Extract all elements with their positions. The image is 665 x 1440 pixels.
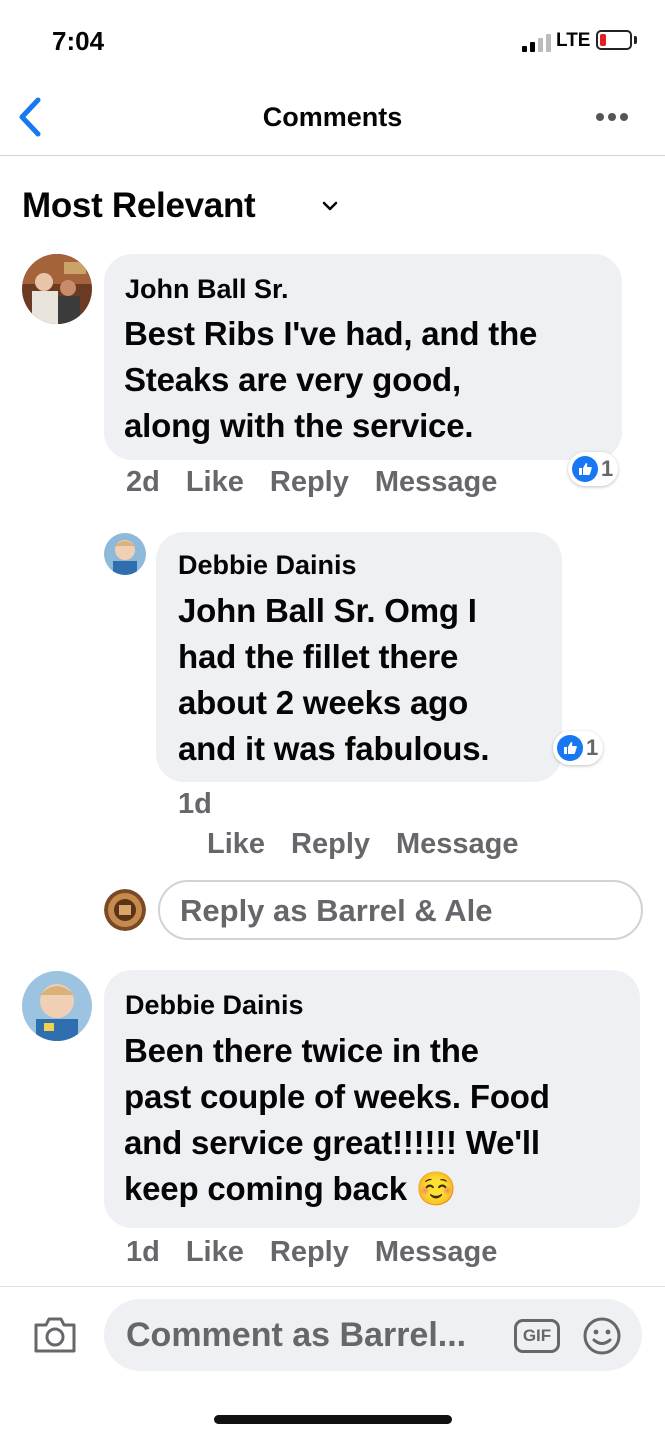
comment-author[interactable]: Debbie Dainis (178, 550, 357, 581)
comment-composer: Comment as Barrel... GIF (0, 1286, 665, 1386)
page-avatar (104, 889, 146, 931)
camera-icon[interactable] (32, 1315, 78, 1355)
avatar[interactable] (104, 533, 146, 575)
comment-age: 2d (126, 466, 160, 498)
signal-icon (522, 32, 552, 52)
like-button[interactable]: Like (186, 466, 244, 498)
gif-icon[interactable]: GIF (514, 1319, 560, 1353)
sort-label: Most Relevant (22, 186, 256, 225)
more-options-icon[interactable] (596, 113, 630, 123)
reaction-count[interactable]: 1 (568, 452, 619, 486)
thumbs-up-icon (557, 735, 583, 761)
comment-author[interactable]: John Ball Sr. (125, 274, 289, 305)
network-label: LTE (556, 30, 591, 51)
comment-author[interactable]: Debbie Dainis (125, 990, 304, 1021)
status-time: 7:04 (52, 26, 105, 56)
thumbs-up-icon (572, 456, 598, 482)
battery-icon (596, 30, 632, 50)
comment-actions: 1d Like Reply Message (126, 1236, 523, 1269)
smiling-face-emoji: ☺️ (415, 1170, 457, 1207)
comment-placeholder: Comment as Barrel... (126, 1316, 467, 1354)
message-button[interactable]: Message (375, 466, 498, 498)
emoji-icon[interactable] (582, 1316, 622, 1356)
home-indicator[interactable] (214, 1415, 452, 1424)
comment-text: John Ball Sr. Omg I had the fillet there… (178, 592, 490, 767)
reply-button[interactable]: Reply (291, 828, 370, 860)
reaction-count[interactable]: 1 (553, 731, 604, 765)
reply-button[interactable]: Reply (270, 466, 349, 498)
like-button[interactable]: Like (186, 1236, 244, 1268)
comment-input[interactable]: Comment as Barrel... GIF (104, 1299, 642, 1371)
comment-text: Been there twice in the past couple of w… (124, 1032, 550, 1207)
avatar[interactable] (22, 254, 92, 324)
reply-input[interactable]: Reply as Barrel & Ale (158, 880, 643, 940)
reply-button[interactable]: Reply (270, 1236, 349, 1268)
message-button[interactable]: Message (375, 1236, 498, 1268)
chevron-down-icon (322, 201, 338, 211)
like-button[interactable]: Like (207, 828, 265, 860)
comment-age: 1d (126, 1236, 160, 1268)
page-title: Comments (262, 102, 403, 132)
comment-text: Best Ribs I've had, and the Steaks are v… (124, 315, 538, 444)
comment-actions: 2d Like Reply Message (126, 466, 523, 499)
avatar[interactable] (22, 971, 92, 1041)
message-button[interactable]: Message (396, 828, 519, 860)
nav-bar: Comments (0, 80, 665, 156)
sort-selector[interactable]: Most Relevant (22, 186, 338, 232)
reply-placeholder: Reply as Barrel & Ale (180, 893, 493, 928)
comment-actions: Like Reply Message (207, 828, 545, 861)
mention-link[interactable]: John Ball Sr. (178, 592, 375, 629)
status-bar: 7:04 LTE (0, 0, 665, 80)
comment-age: 1d (178, 788, 212, 820)
